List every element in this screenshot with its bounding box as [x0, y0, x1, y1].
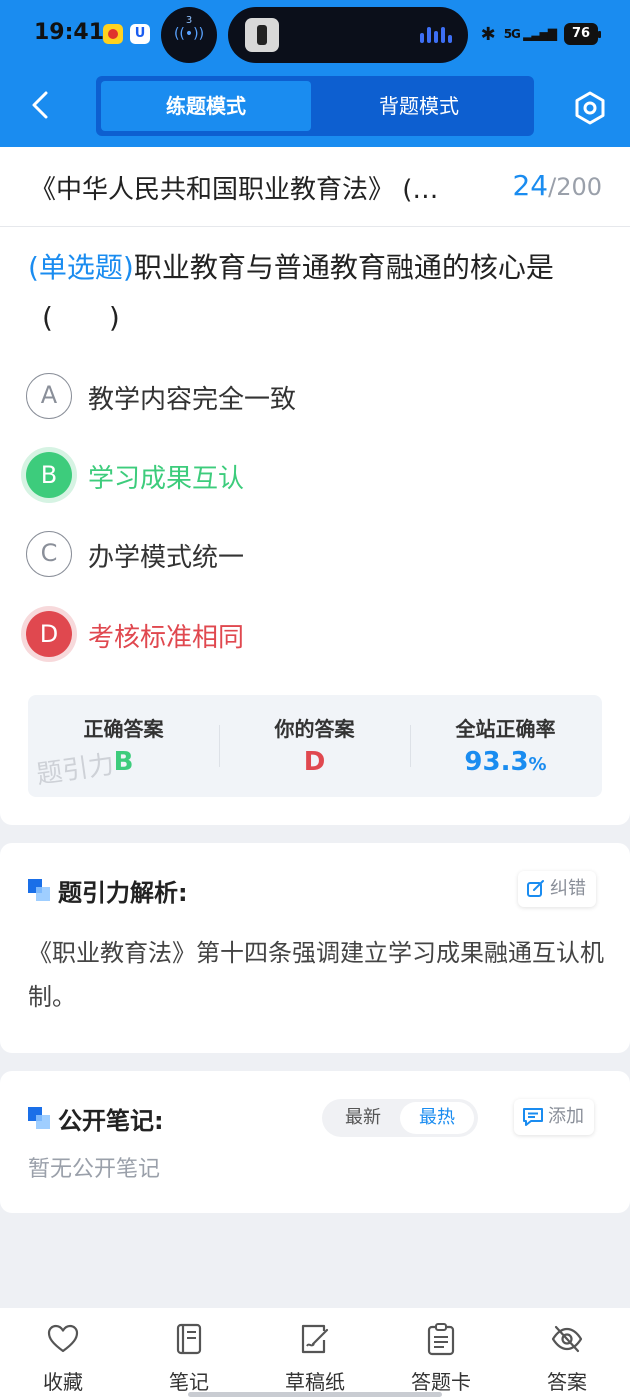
accuracy-number: 93.3: [464, 747, 529, 777]
edit-icon: [527, 880, 544, 897]
correct-answer-label: 正确答案: [83, 717, 164, 741]
total-questions: 200: [556, 173, 602, 201]
doc-title-bar: 《中华人民共和国职业教育法》 24/200: [0, 147, 630, 227]
nav-favorite-label: 收藏: [43, 1370, 83, 1394]
nav-notes[interactable]: 笔记: [126, 1308, 252, 1400]
nav-draft-label: 草稿纸: [285, 1370, 345, 1394]
option-d[interactable]: D 考核标准相同: [26, 611, 586, 659]
add-note-label: 添加: [548, 1106, 584, 1127]
answer-card-icon: [427, 1323, 455, 1356]
option-a-text: 教学内容完全一致: [88, 385, 297, 415]
signal-icon: 5G ▂▃▅▇: [503, 27, 557, 41]
battery-icon: 76: [564, 23, 601, 45]
analysis-text: 《职业教育法》第十四条强调建立学习成果融通互认机制。: [28, 939, 604, 1011]
notes-title: 公开笔记:: [58, 1107, 164, 1135]
tab-memorize-mode[interactable]: 背题模式: [314, 81, 524, 131]
section-icon: [28, 879, 50, 901]
option-b[interactable]: B 学习成果互认: [26, 452, 586, 500]
section-icon: [28, 1107, 50, 1129]
question-stem: 职业教育与普通教育融通的核心是: [133, 251, 554, 284]
correct-answer-column: 正确答案 B 题引力: [28, 695, 219, 797]
notes-sort-toggle: 最新 最热: [322, 1099, 478, 1137]
your-answer-value: D: [303, 747, 326, 777]
sort-hottest[interactable]: 最热: [400, 1102, 474, 1134]
nav-answer[interactable]: 答案: [504, 1308, 630, 1400]
dynamic-island: [228, 7, 468, 63]
app-notification-icon: [103, 24, 123, 44]
analysis-title: 题引力解析:: [58, 879, 188, 907]
tab-practice-mode[interactable]: 练题模式: [101, 81, 311, 131]
nav-notes-label: 笔记: [169, 1370, 209, 1394]
live-activity-indicator: 3 ((•)): [161, 7, 217, 63]
analysis-card: 题引力解析: 纠错 《职业教育法》第十四条强调建立学习成果融通互认机制。: [0, 843, 630, 1053]
settings-gear-icon[interactable]: [572, 90, 608, 126]
accuracy-label: 全站正确率: [455, 717, 556, 741]
option-d-letter: D: [26, 611, 72, 657]
comment-icon: [523, 1108, 543, 1126]
public-notes-card: 公开笔记: 最新 最热 添加 暂无公开笔记: [0, 1071, 630, 1213]
heart-icon: [47, 1324, 79, 1353]
nav-draft[interactable]: 草稿纸: [252, 1308, 378, 1400]
status-time: 19:41: [34, 20, 105, 45]
option-c-text: 办学模式统一: [88, 543, 245, 573]
empty-notes-text: 暂无公开笔记: [28, 1157, 161, 1182]
app-header: 19:41 U 3 ((•)) ✱ 5G ▂▃▅▇ 76 练题模式 背题模式: [0, 0, 630, 147]
option-c-letter: C: [26, 531, 72, 577]
question-card: 《中华人民共和国职业教育法》 24/200 (单选题)职业教育与普通教育融通的核…: [0, 147, 630, 825]
option-a[interactable]: A 教学内容完全一致: [26, 373, 586, 421]
nav-answer-card[interactable]: 答题卡: [378, 1308, 504, 1400]
option-b-text: 学习成果互认: [88, 464, 245, 494]
accuracy-column: 全站正确率 93.3%: [410, 695, 601, 797]
report-error-label: 纠错: [550, 878, 586, 899]
notebook-icon: [176, 1323, 202, 1355]
option-c[interactable]: C 办学模式统一: [26, 531, 586, 579]
question-type: (单选题): [28, 251, 134, 284]
accuracy-value: 93.3%: [410, 747, 601, 777]
back-arrow-icon[interactable]: [28, 90, 52, 120]
question-blank: ( ): [42, 301, 120, 334]
audio-wave-icon: [420, 27, 452, 43]
sort-latest[interactable]: 最新: [326, 1102, 400, 1134]
doc-title[interactable]: 《中华人民共和国职业教育法》: [30, 169, 495, 206]
broadcast-icon: ((•)): [173, 26, 205, 42]
your-answer-label: 你的答案: [274, 717, 355, 741]
status-bar: 19:41 U 3 ((•)) ✱ 5G ▂▃▅▇ 76: [0, 0, 630, 68]
counter-separator: /: [548, 173, 557, 201]
nav-answer-card-label: 答题卡: [411, 1370, 471, 1394]
mode-switch: 练题模式 背题模式: [96, 76, 534, 136]
status-indicators: ✱ 5G ▂▃▅▇ 76: [480, 22, 601, 46]
nav-answer-label: 答案: [547, 1370, 587, 1394]
now-playing-thumbnail: [245, 18, 279, 52]
report-error-button[interactable]: 纠错: [518, 871, 596, 907]
option-b-letter: B: [26, 452, 72, 498]
home-indicator: [188, 1392, 442, 1397]
network-type: 5G: [503, 27, 521, 41]
bottom-nav: 收藏 笔记 草稿纸 答题卡 答案: [0, 1308, 630, 1400]
bluetooth-icon: ✱: [480, 23, 496, 45]
live-activity-count: 3: [185, 15, 193, 26]
option-d-text: 考核标准相同: [88, 623, 245, 653]
option-a-letter: A: [26, 373, 72, 419]
nav-favorite[interactable]: 收藏: [0, 1308, 126, 1400]
eye-off-icon: [551, 1325, 583, 1353]
question-counter: 24/200: [512, 169, 602, 202]
answer-result-panel: 正确答案 B 题引力 你的答案 D 全站正确率 93.3%: [28, 695, 602, 797]
question-text: (单选题)职业教育与普通教育融通的核心是 ( ): [28, 243, 608, 343]
draft-icon: [301, 1324, 329, 1354]
current-question-number: 24: [512, 169, 549, 202]
accuracy-unit: %: [528, 754, 547, 775]
app-badge-icon: U: [130, 24, 150, 44]
add-note-button[interactable]: 添加: [514, 1099, 594, 1135]
your-answer-column: 你的答案 D: [219, 695, 410, 797]
